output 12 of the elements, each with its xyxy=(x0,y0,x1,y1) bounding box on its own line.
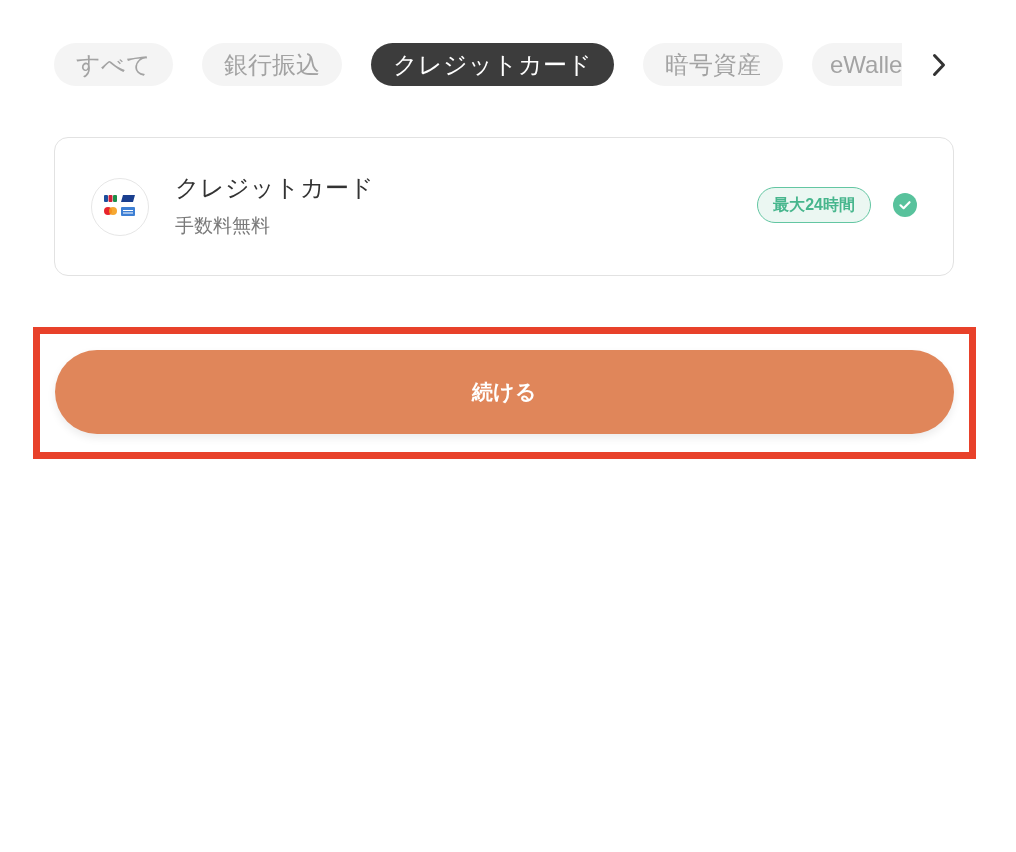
payment-cards-icon xyxy=(91,177,149,236)
continue-button[interactable]: 続ける xyxy=(55,350,954,434)
category-tab[interactable]: 暗号資産 xyxy=(643,43,783,86)
category-tab[interactable]: eWalle xyxy=(812,43,903,86)
method-title: クレジットカード xyxy=(175,173,374,203)
category-tab[interactable]: すべて xyxy=(54,43,173,86)
processing-time-badge: 最大24時間 xyxy=(757,186,871,223)
payment-method-card[interactable]: クレジットカード 手数料無料 最大24時間 xyxy=(54,137,954,276)
chevron-right-icon xyxy=(932,52,946,77)
method-fee: 手数料無料 xyxy=(175,214,270,238)
category-tab[interactable]: 銀行振込 xyxy=(202,43,342,86)
category-tab[interactable]: クレジットカード xyxy=(371,43,614,86)
